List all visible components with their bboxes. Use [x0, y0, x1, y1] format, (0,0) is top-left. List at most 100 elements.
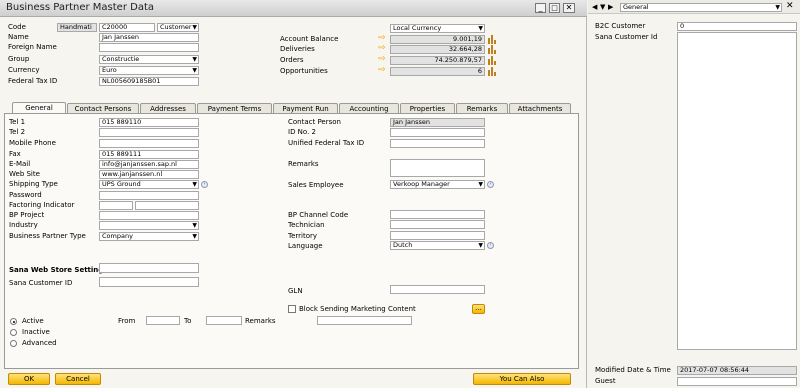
modified-label: Modified Date & Time — [595, 366, 671, 374]
balance-field: 9.001,19 — [390, 35, 485, 44]
sana-web-field[interactable] — [99, 263, 199, 273]
b2c-label: B2C Customer — [595, 22, 646, 30]
you-can-also-button[interactable]: You Can Also — [473, 373, 571, 385]
close-button[interactable]: ✕ — [563, 3, 575, 13]
id-no2-field[interactable] — [390, 128, 485, 137]
active-radio[interactable] — [10, 318, 17, 325]
foreign-name-field[interactable] — [99, 43, 199, 52]
factoring-field-2[interactable] — [135, 201, 199, 210]
currency-label: Currency — [8, 66, 40, 74]
code-series-field[interactable]: Handmati — [57, 23, 97, 32]
prev-icon[interactable]: ◀ — [592, 3, 597, 11]
territory-label: Territory — [288, 232, 318, 240]
deliveries-arrow-icon[interactable]: ⇨ — [378, 44, 386, 53]
opportunities-field: 6 — [390, 67, 485, 76]
factoring-label: Factoring Indicator — [9, 201, 75, 209]
ok-button[interactable]: OK — [8, 373, 50, 385]
local-currency-select[interactable]: Local Currency — [390, 24, 485, 33]
industry-select[interactable] — [99, 221, 199, 230]
advanced-label: Advanced — [22, 339, 57, 347]
cancel-button[interactable]: Cancel — [55, 373, 101, 385]
sana-web-label: Sana Web Store Settings — [9, 266, 108, 274]
factoring-field-1[interactable] — [99, 201, 133, 210]
technician-label: Technician — [288, 221, 325, 229]
active-label: Active — [22, 317, 44, 325]
opportunities-chart-icon[interactable] — [488, 67, 497, 76]
shipping-select[interactable]: UPS Ground — [99, 180, 199, 189]
email-field[interactable]: info@janjanssen.sap.nl — [99, 160, 199, 169]
remarks-label: Remarks — [288, 160, 319, 168]
side-panel-select[interactable]: General — [620, 3, 782, 12]
block-marketing-checkbox[interactable] — [288, 305, 296, 313]
sana-id-label: Sana Customer Id — [595, 33, 658, 41]
federal-tax-field[interactable]: NL005609185B01 — [99, 77, 199, 86]
language-link-icon[interactable]: › — [487, 242, 494, 249]
unified-tax-label: Unified Federal Tax ID — [288, 139, 365, 147]
minimize-button[interactable]: _ — [535, 3, 546, 13]
sana-id-field[interactable] — [677, 32, 797, 350]
maximize-button[interactable]: □ — [549, 3, 560, 13]
inactive-radio[interactable] — [10, 329, 17, 336]
contact-person-label: Contact Person — [288, 118, 341, 126]
sales-employee-select[interactable]: Verkoop Manager — [390, 180, 485, 189]
code-type-select[interactable]: Customer — [157, 23, 199, 32]
ellipsis-button[interactable]: ... — [472, 304, 485, 314]
fax-label: Fax — [9, 150, 21, 158]
modified-field: 2017-07-07 08:56:44 — [677, 366, 797, 375]
email-label: E-Mail — [9, 160, 31, 168]
side-panel-close-icon[interactable]: ✕ — [786, 2, 794, 11]
language-label: Language — [288, 242, 323, 250]
next-icon[interactable]: ▼ — [600, 3, 605, 11]
deliveries-chart-icon[interactable] — [488, 45, 497, 54]
tel1-field[interactable]: 015 889110 — [99, 118, 199, 127]
tel2-field[interactable] — [99, 128, 199, 137]
guest-field[interactable] — [677, 377, 797, 386]
balance-arrow-icon[interactable]: ⇨ — [378, 34, 386, 43]
industry-label: Industry — [9, 221, 38, 229]
sales-employee-link-icon[interactable]: › — [487, 181, 494, 188]
bp-type-select[interactable]: Company — [99, 232, 199, 241]
side-panel: ◀ ▼ ▶ General ✕ B2C Customer 0 Sana Cust… — [588, 0, 800, 388]
gln-field[interactable] — [390, 285, 485, 294]
mobile-field[interactable] — [99, 139, 199, 148]
bp-channel-field[interactable] — [390, 210, 485, 219]
name-field[interactable]: Jan Janssen — [99, 33, 199, 42]
orders-label: Orders — [280, 56, 304, 64]
opportunities-arrow-icon[interactable]: ⇨ — [378, 66, 386, 75]
fax-field[interactable]: 015 889111 — [99, 150, 199, 159]
side-panel-toolbar: ◀ ▼ ▶ General ✕ — [588, 0, 800, 14]
play-icon[interactable]: ▶ — [608, 3, 613, 11]
shipping-link-icon[interactable]: › — [201, 181, 208, 188]
technician-field[interactable] — [390, 220, 485, 229]
language-select[interactable]: Dutch — [390, 241, 485, 250]
group-select[interactable]: Constructie — [99, 55, 199, 64]
federal-tax-label: Federal Tax ID — [8, 77, 58, 85]
title-bar: Business Partner Master Data _ □ ✕ — [0, 0, 587, 17]
bp-type-label: Business Partner Type — [9, 232, 86, 240]
opportunities-label: Opportunities — [280, 67, 328, 75]
orders-chart-icon[interactable] — [488, 56, 497, 65]
currency-select[interactable]: Euro — [99, 66, 199, 75]
code-field[interactable]: C20000 — [99, 23, 155, 32]
b2c-field[interactable]: 0 — [677, 22, 797, 31]
remarks2-field[interactable] — [317, 316, 412, 325]
website-field[interactable]: www.janjanssen.nl — [99, 170, 199, 179]
bp-channel-label: BP Channel Code — [288, 211, 349, 219]
bp-project-field[interactable] — [99, 211, 199, 220]
orders-arrow-icon[interactable]: ⇨ — [378, 55, 386, 64]
name-label: Name — [8, 33, 29, 41]
window-title: Business Partner Master Data — [6, 2, 155, 13]
orders-field: 74.250.879,57 — [390, 56, 485, 65]
advanced-radio[interactable] — [10, 340, 17, 347]
territory-field[interactable] — [390, 231, 485, 240]
main-window: Business Partner Master Data _ □ ✕ Code … — [0, 0, 587, 388]
sana-customer-label: Sana Customer ID — [9, 279, 73, 287]
from-field[interactable] — [146, 316, 180, 325]
to-field[interactable] — [206, 316, 242, 325]
remarks-field[interactable] — [390, 159, 485, 177]
password-field[interactable] — [99, 191, 199, 200]
sana-customer-field[interactable] — [99, 277, 199, 287]
unified-tax-field[interactable] — [390, 139, 485, 148]
balance-chart-icon[interactable] — [488, 35, 497, 44]
id-no2-label: ID No. 2 — [288, 128, 316, 136]
